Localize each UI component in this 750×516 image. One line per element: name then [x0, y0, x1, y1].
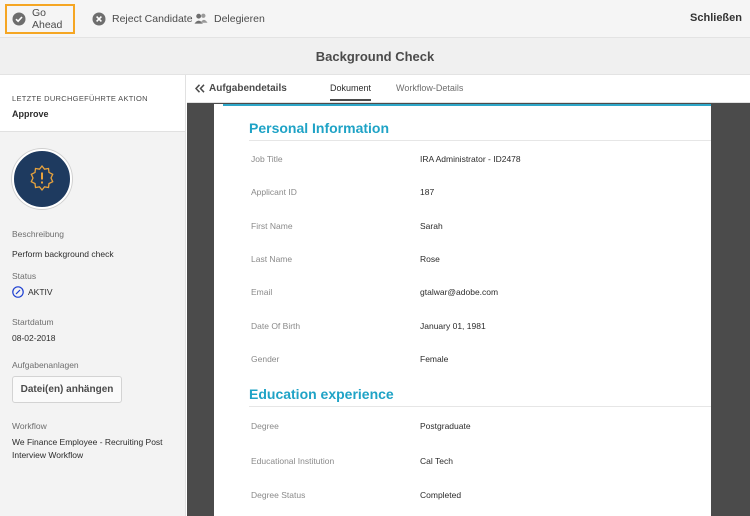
field-label: First Name — [251, 221, 293, 231]
field-value: Completed — [420, 490, 462, 500]
field-label: Degree — [251, 421, 279, 431]
task-details-sidebar: LETZTE DURCHGEFÜHRTE AKTION Approve Besc… — [0, 75, 186, 516]
field-label: Educational Institution — [251, 456, 335, 466]
x-circle-icon — [92, 12, 106, 26]
clock-icon — [12, 286, 24, 298]
workflow-value: We Finance Employee - Recruiting Post In… — [12, 437, 163, 460]
document-top-rule — [223, 104, 711, 106]
field-value: IRA Administrator - ID2478 — [420, 154, 521, 164]
status-value: AKTIV — [28, 287, 53, 297]
delegate-button[interactable]: Delegieren — [194, 4, 265, 34]
double-chevron-left-icon — [195, 84, 205, 93]
field-value: Female — [420, 354, 449, 364]
tab-document[interactable]: Dokument — [330, 83, 372, 101]
main-content: Aufgabendetails Dokument Workflow-Detail… — [187, 75, 750, 516]
status-value-row: AKTIV — [12, 286, 53, 298]
start-date-label: Startdatum — [12, 317, 54, 327]
document-page: Personal Information Job Title IRA Admin… — [214, 104, 711, 516]
tab-bar: Aufgabendetails Dokument Workflow-Detail… — [187, 75, 750, 103]
alert-badge-icon — [28, 164, 56, 195]
go-ahead-label: Go Ahead — [32, 7, 63, 31]
reject-candidate-button[interactable]: Reject Candidate — [92, 4, 193, 34]
delegate-label: Delegieren — [214, 13, 265, 25]
task-avatar — [12, 149, 72, 209]
field-label: Applicant ID — [251, 187, 297, 197]
field-label: Last Name — [251, 254, 293, 264]
field-value: 187 — [420, 187, 435, 197]
description-value: Perform background check — [12, 249, 114, 259]
field-value: Cal Tech — [420, 456, 453, 466]
last-action-panel: LETZTE DURCHGEFÜHRTE AKTION Approve — [0, 75, 185, 132]
close-button[interactable]: Schließen — [690, 12, 742, 24]
check-circle-icon — [12, 12, 26, 26]
reject-candidate-label: Reject Candidate — [112, 13, 193, 25]
field-label: Email — [251, 287, 273, 297]
description-label: Beschreibung — [12, 229, 64, 239]
field-value: Postgraduate — [420, 421, 471, 431]
field-label: Date Of Birth — [251, 321, 301, 331]
last-action-label: LETZTE DURCHGEFÜHRTE AKTION — [12, 94, 148, 103]
last-action-value: Approve — [12, 109, 49, 119]
education-experience-heading: Education experience — [249, 386, 394, 402]
section-divider — [249, 406, 711, 407]
field-value: Rose — [420, 254, 440, 264]
field-label: Degree Status — [251, 490, 306, 500]
page-title: Background Check — [0, 38, 750, 75]
action-toolbar: Go Ahead Reject Candidate Delegieren Sch… — [0, 0, 750, 38]
go-ahead-button[interactable]: Go Ahead — [5, 4, 75, 34]
field-value: Sarah — [420, 221, 443, 231]
field-label: Job Title — [251, 154, 283, 164]
back-link-label: Aufgabendetails — [209, 83, 287, 94]
field-value: January 01, 1981 — [420, 321, 486, 331]
field-value: gtalwar@adobe.com — [420, 287, 499, 297]
back-to-task-details-link[interactable]: Aufgabendetails — [195, 83, 287, 94]
section-divider — [249, 140, 711, 141]
field-label: Gender — [251, 354, 280, 364]
personal-information-heading: Personal Information — [249, 120, 390, 136]
attachments-label: Aufgabenanlagen — [12, 360, 79, 370]
tab-workflow-details[interactable]: Workflow-Details — [396, 83, 463, 93]
users-icon — [194, 12, 208, 26]
start-date-value: 08-02-2018 — [12, 333, 56, 343]
workflow-label: Workflow — [12, 421, 47, 431]
status-label: Status — [12, 271, 37, 281]
attach-files-button[interactable]: Datei(en) anhängen — [12, 376, 122, 403]
